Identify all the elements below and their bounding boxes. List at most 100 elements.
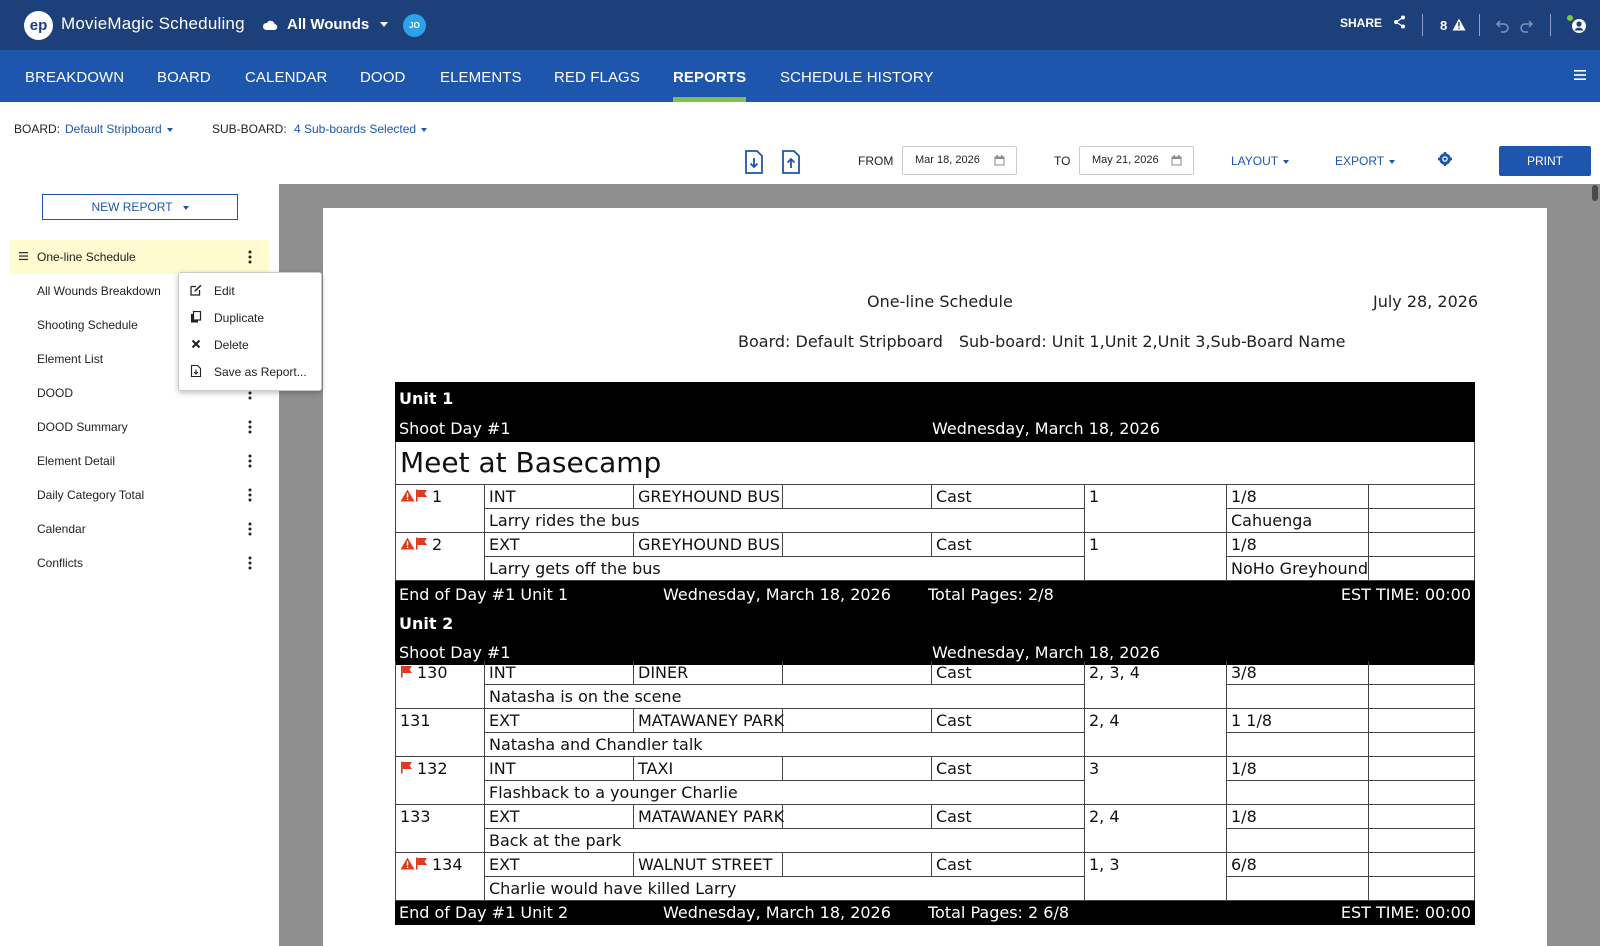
report-preview[interactable]: One-line Schedule July 28, 2026 Board: D… — [279, 184, 1600, 946]
cast-cell: 1, 3 — [1085, 853, 1227, 901]
menu-item-edit[interactable]: Edit — [179, 277, 321, 304]
hamburger-menu-icon[interactable] — [1574, 69, 1586, 81]
tab-reports[interactable]: REPORTS — [673, 69, 746, 86]
scene-row[interactable]: 132 INT TAXI Cast 3 1/8 Flashback to a y… — [395, 757, 1475, 805]
to-date-field[interactable]: May 21, 2026 — [1079, 146, 1194, 175]
kebab-menu-icon[interactable] — [248, 250, 252, 264]
shoot-day: Shoot Day #1 — [399, 643, 511, 662]
cast-ids: 3 — [1089, 759, 1100, 778]
undo-icon[interactable] — [1495, 17, 1511, 33]
report-item-label: Conflicts — [37, 556, 84, 570]
report-item-calendar[interactable]: Calendar — [10, 512, 269, 546]
cast-ids: 2, 4 — [1089, 807, 1120, 826]
gear-icon[interactable] — [1438, 152, 1452, 166]
scene-row[interactable]: 133 EXT MATAWANEY PARK Cast 2, 4 1/8 Bac… — [395, 805, 1475, 853]
import-report-icon[interactable] — [744, 150, 764, 174]
scene-description: Back at the park — [489, 831, 622, 850]
description-cell: Natasha is on the scene — [485, 685, 1085, 709]
user-avatar[interactable]: JO — [403, 14, 426, 37]
divider — [1422, 14, 1423, 36]
report-item-element-detail[interactable]: Element Detail — [10, 444, 269, 478]
kebab-menu-icon[interactable] — [248, 522, 252, 536]
project-selector[interactable]: All Wounds — [287, 16, 369, 33]
kebab-menu-icon[interactable] — [248, 420, 252, 434]
cast-ids: 2, 3, 4 — [1089, 663, 1140, 682]
scene-flags — [400, 489, 428, 508]
report-toolbar: BOARD: Default Stripboard SUB-BOARD: 4 S… — [0, 102, 1600, 184]
location-cell — [1227, 685, 1369, 709]
empty-cell — [1369, 709, 1475, 733]
empty-cell — [1369, 829, 1475, 853]
drag-handle-icon[interactable] — [19, 251, 28, 261]
set-name: DINER — [638, 663, 689, 682]
export-report-icon[interactable] — [781, 150, 801, 174]
scene-number: 2 — [432, 535, 443, 554]
red-flag-count[interactable]: 8 — [1440, 18, 1447, 33]
red-flag-icon — [416, 489, 427, 502]
from-date-field[interactable]: Mar 18, 2026 — [902, 146, 1017, 175]
calendar-icon[interactable] — [1171, 155, 1182, 166]
warning-icon — [400, 489, 415, 502]
app-logo[interactable]: ep — [24, 11, 53, 40]
account-icon[interactable] — [1566, 14, 1588, 36]
to-label: TO — [1054, 154, 1071, 168]
subboard-selector[interactable]: 4 Sub-boards Selected — [294, 122, 428, 136]
kebab-menu-icon[interactable] — [248, 488, 252, 502]
end-of-day-date: Wednesday, March 18, 2026 — [663, 585, 891, 604]
menu-item-delete[interactable]: Delete — [179, 331, 321, 358]
scene-row[interactable]: 131 EXT MATAWANEY PARK Cast 2, 4 1 1/8 N… — [395, 709, 1475, 757]
set-cell: GREYHOUND BUS — [634, 533, 783, 557]
scene-row[interactable]: 134 EXT WALNUT STREET Cast 1, 3 6/8 Char… — [395, 853, 1475, 901]
kebab-menu-icon[interactable] — [248, 556, 252, 570]
banner-text: Meet at Basecamp — [400, 446, 662, 479]
menu-item-label: Edit — [214, 284, 235, 298]
set-cell: WALNUT STREET — [634, 853, 783, 877]
menu-item-duplicate[interactable]: Duplicate — [179, 304, 321, 331]
empty-cell — [1369, 685, 1475, 709]
report-item-conflicts[interactable]: Conflicts — [10, 546, 269, 580]
tab-schedule-history[interactable]: SCHEDULE HISTORY — [780, 69, 934, 86]
category-cell: Cast — [932, 709, 1085, 733]
day-banner: Meet at Basecamp — [395, 442, 1475, 485]
pages-cell: 6/8 — [1227, 853, 1369, 877]
chevron-down-icon[interactable] — [380, 22, 388, 27]
scene-row[interactable]: 2 EXT GREYHOUND BUS Cast 1 1/8 Larry get… — [395, 533, 1475, 581]
board-value: Default Stripboard — [65, 122, 162, 136]
redo-icon[interactable] — [1518, 17, 1534, 33]
scrollbar-thumb[interactable] — [1592, 185, 1598, 201]
location-cell: NoHo Greyhound — [1227, 557, 1369, 581]
report-item-dood-summary[interactable]: DOOD Summary — [10, 410, 269, 444]
tab-dood[interactable]: DOOD — [360, 69, 405, 86]
tab-elements[interactable]: ELEMENTS — [440, 69, 522, 86]
tab-red-flags[interactable]: RED FLAGS — [554, 69, 640, 86]
scene-number-cell: 132 — [396, 757, 485, 805]
tab-calendar[interactable]: CALENDAR — [245, 69, 328, 86]
cast-cell: 2, 4 — [1085, 805, 1227, 853]
report-item-one-line-schedule[interactable]: One-line Schedule — [10, 240, 269, 274]
set-cell: MATAWANEY PARK — [634, 805, 784, 829]
scene-flags — [400, 857, 428, 876]
chevron-down-icon — [421, 127, 428, 132]
new-report-button[interactable]: NEW REPORT — [42, 194, 238, 220]
scene-row[interactable]: 1 INT GREYHOUND BUS Cast 1 1/8 Larry rid… — [395, 485, 1475, 533]
print-button[interactable]: PRINT — [1499, 146, 1591, 176]
page-count: 1/8 — [1231, 807, 1257, 826]
board-selector[interactable]: Default Stripboard — [65, 122, 173, 136]
tab-board[interactable]: BOARD — [157, 69, 211, 86]
tab-breakdown[interactable]: BREAKDOWN — [25, 69, 124, 86]
layout-dropdown[interactable]: LAYOUT — [1231, 154, 1290, 168]
description-cell: Larry gets off the bus — [485, 557, 1085, 581]
report-item-daily-category-total[interactable]: Daily Category Total — [10, 478, 269, 512]
share-button[interactable]: SHARE — [1340, 16, 1382, 30]
menu-item-save-as-report[interactable]: Save as Report... — [179, 358, 321, 385]
scene-row[interactable]: 130 INT DINER Cast 2, 3, 4 3/8 Natasha i… — [395, 661, 1475, 709]
scene-number-cell: 1 — [396, 485, 485, 533]
calendar-icon[interactable] — [994, 155, 1005, 166]
kebab-menu-icon[interactable] — [248, 454, 252, 468]
export-dropdown[interactable]: EXPORT — [1335, 154, 1396, 168]
warning-icon[interactable] — [1452, 18, 1466, 31]
subboard-label: SUB-BOARD: — [212, 122, 287, 136]
set-cell: TAXI — [634, 757, 783, 781]
preview-scrollbar[interactable] — [1590, 184, 1600, 946]
share-icon[interactable] — [1393, 15, 1406, 29]
